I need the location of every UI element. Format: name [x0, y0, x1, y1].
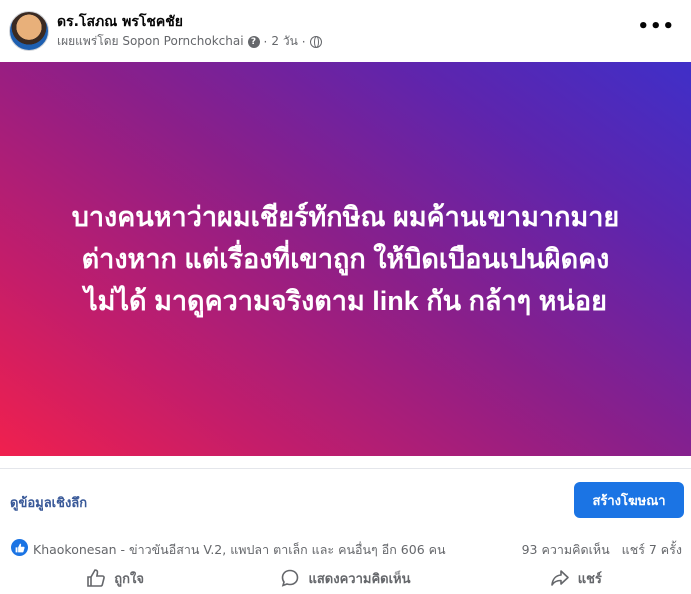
reaction-stats: Khaokonesan - ข่าวขันอีสาน V.2, แพปลา ตา… — [0, 537, 691, 559]
create-ad-button[interactable]: สร้างโฆษณา — [574, 482, 684, 518]
thumbs-up-outline-icon — [87, 569, 106, 587]
share-icon — [550, 570, 569, 586]
insights-link[interactable]: ดูข้อมูลเชิงลึก — [10, 492, 87, 513]
post-header: ดร.โสภณ พรโชคชัย เผยแพร่โดย Sopon Pornch… — [0, 0, 691, 62]
share-button[interactable]: แชร์ — [461, 562, 691, 594]
post-time[interactable]: 2 วัน — [271, 32, 297, 51]
reactors-summary[interactable]: Khaokonesan - ข่าวขันอีสาน V.2, แพปลา ตา… — [33, 540, 446, 560]
question-icon[interactable]: ? — [247, 35, 260, 48]
like-button[interactable]: ถูกใจ — [0, 562, 230, 594]
avatar[interactable] — [9, 11, 49, 51]
meta-separator: · — [263, 34, 268, 49]
thumbs-up-icon[interactable] — [11, 539, 28, 556]
post-actions: ถูกใจ แสดงความคิดเห็น แชร์ — [0, 562, 691, 594]
comment-label: แสดงความคิดเห็น — [308, 571, 411, 587]
meta-separator-2: · — [301, 34, 306, 49]
comment-button[interactable]: แสดงความคิดเห็น — [230, 562, 460, 594]
post-meta: เผยแพร่โดย Sopon Pornchokchai ? · 2 วัน … — [57, 32, 322, 51]
engagement-counts: 93 ความคิดเห็น แชร์ 7 ครั้ง — [514, 540, 682, 560]
post-banner[interactable]: บางคนหาว่าผมเชียร์ทักษิณ ผมค้านเขามากมาย… — [0, 62, 691, 456]
link-bar: ดูข้อมูลเชิงลึก สร้างโฆษณา — [0, 468, 691, 530]
banner-text: บางคนหาว่าผมเชียร์ทักษิณ ผมค้านเขามากมาย… — [21, 196, 671, 322]
globe-icon — [309, 35, 322, 48]
more-options-button[interactable]: ••• — [637, 16, 675, 37]
share-label: แชร์ — [577, 571, 602, 587]
like-label: ถูกใจ — [114, 571, 145, 587]
published-by: เผยแพร่โดย Sopon Pornchokchai — [57, 34, 244, 48]
comment-count[interactable]: 93 ความคิดเห็น — [522, 542, 610, 557]
author-name[interactable]: ดร.โสภณ พรโชคชัย — [57, 11, 183, 33]
comment-icon — [282, 569, 299, 587]
banner-line: ไม่ได้ มาดูความจริงตาม link กัน กล้าๆ หน… — [84, 286, 607, 316]
share-count[interactable]: แชร์ 7 ครั้ง — [622, 542, 682, 557]
banner-line: บางคนหาว่าผมเชียร์ทักษิณ ผมค้านเขามากมาย — [71, 202, 620, 232]
banner-line: ต่างหาก แต่เรื่องที่เขาถูก ให้บิดเบือนเป… — [81, 244, 610, 274]
